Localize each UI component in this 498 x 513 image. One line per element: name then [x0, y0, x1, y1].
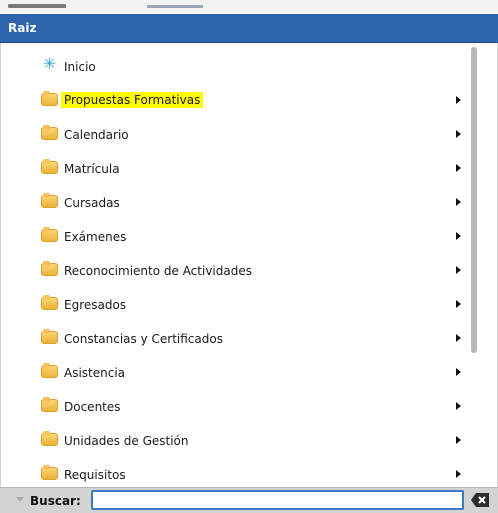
folder-icon [41, 91, 58, 106]
folder-icon [41, 295, 58, 310]
menu-item[interactable]: Docentes [1, 390, 471, 424]
menu-item[interactable]: Asistencia [1, 356, 471, 390]
submenu-arrow-icon [456, 300, 461, 308]
menu-item-label: Matrícula [64, 162, 120, 176]
menu-item-label: Inicio [64, 60, 96, 74]
folder-icon [41, 159, 58, 174]
menu-item-label: Reconocimiento de Actividades [64, 264, 252, 278]
folder-icon [41, 363, 58, 378]
background-text-fragment [8, 4, 66, 8]
submenu-arrow-icon [456, 334, 461, 342]
submenu-arrow-icon [456, 232, 461, 240]
search-bar: Buscar: [0, 487, 498, 513]
submenu-arrow-icon [456, 402, 461, 410]
background-text-fragment [147, 5, 203, 8]
submenu-arrow-icon [456, 164, 461, 172]
submenu-arrow-icon [456, 198, 461, 206]
submenu-arrow-icon [456, 436, 461, 444]
search-label: Buscar: [30, 494, 81, 508]
vertical-scrollbar[interactable] [471, 43, 481, 487]
folder-icon [41, 227, 58, 242]
menu-panel: ✳ Inicio Propuestas Formativas Calendario Ma… [0, 43, 498, 487]
search-input[interactable] [91, 490, 464, 510]
menu-item-label: Constancias y Certificados [64, 332, 223, 346]
menu-item-label: Docentes [64, 400, 121, 414]
folder-icon [41, 465, 58, 480]
folder-icon [41, 193, 58, 208]
menu-item-label: Requisitos [64, 468, 126, 482]
submenu-arrow-icon [456, 96, 461, 104]
submenu-arrow-icon [456, 368, 461, 376]
folder-icon [41, 261, 58, 276]
menu-item[interactable]: Reconocimiento de Actividades [1, 254, 471, 288]
clear-search-button[interactable] [470, 492, 490, 508]
menu-item[interactable]: ✳ Inicio [1, 50, 471, 84]
submenu-arrow-icon [456, 470, 461, 478]
menu-item-label: Egresados [64, 298, 127, 312]
background-window-strip [0, 0, 498, 14]
menu-item[interactable]: Egresados [1, 288, 471, 322]
folder-icon [41, 125, 58, 140]
caret-down-icon [16, 497, 24, 502]
folder-icon [41, 397, 58, 412]
scrollbar-thumb[interactable] [471, 47, 477, 353]
menu-item-label: Calendario [64, 128, 129, 142]
menu-item-label: Exámenes [64, 230, 127, 244]
menu-item[interactable]: Requisitos [1, 458, 471, 487]
backspace-icon [471, 493, 489, 507]
menu-item[interactable]: Unidades de Gestión [1, 424, 471, 458]
submenu-arrow-icon [456, 130, 461, 138]
menu-item-label: Unidades de Gestión [64, 434, 189, 448]
menu-item-label: Asistencia [64, 366, 126, 380]
menu-item[interactable]: Exámenes [1, 220, 471, 254]
submenu-arrow-icon [456, 266, 461, 274]
menu-item[interactable]: Calendario [1, 118, 471, 152]
menu-item[interactable]: Cursadas [1, 186, 471, 220]
menu-item-label: Propuestas Formativas [61, 92, 204, 108]
menu-header: Raiz [0, 14, 498, 43]
menu-item[interactable]: Constancias y Certificados [1, 322, 471, 356]
menu-item[interactable]: Matrícula [1, 152, 471, 186]
menu-item[interactable]: Propuestas Formativas [1, 84, 471, 118]
menu-item-label: Cursadas [64, 196, 120, 210]
folder-icon [41, 431, 58, 446]
snowflake-icon: ✳ [42, 54, 57, 73]
folder-icon [41, 329, 58, 344]
menu-title: Raiz [8, 21, 37, 35]
